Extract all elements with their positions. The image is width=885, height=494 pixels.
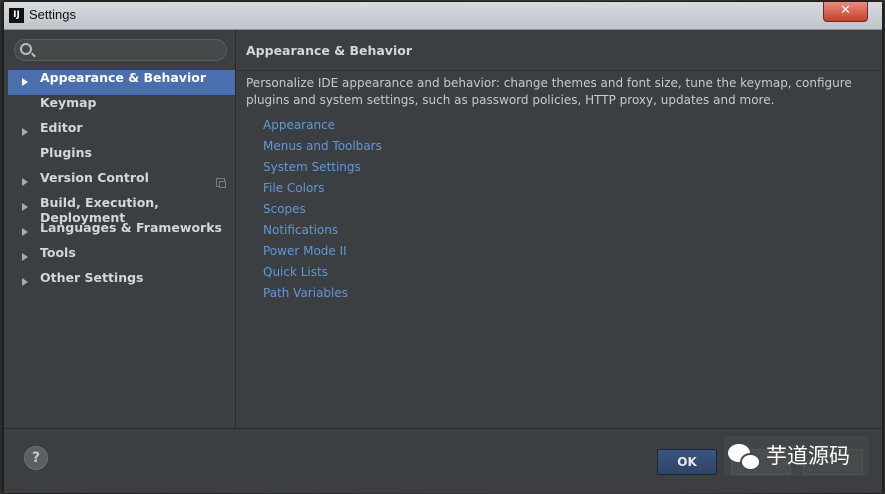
expand-arrow-icon[interactable] — [22, 78, 28, 86]
sidebar-item-tools[interactable]: Tools — [8, 245, 235, 270]
expand-arrow-icon[interactable] — [22, 278, 28, 286]
settings-sidebar: Appearance & Behavior Keymap Editor Plug… — [4, 30, 236, 428]
link-system-settings[interactable]: System Settings — [263, 160, 382, 181]
wechat-icon — [728, 444, 761, 471]
page-description: Personalize IDE appearance and behavior:… — [246, 76, 852, 107]
link-file-colors[interactable]: File Colors — [263, 181, 382, 202]
close-button[interactable]: ✕ — [823, 2, 868, 22]
expand-arrow-icon[interactable] — [22, 253, 28, 261]
page-title: Appearance & Behavior — [246, 43, 412, 58]
sidebar-item-label: Plugins — [40, 145, 92, 160]
help-button[interactable]: ? — [24, 446, 48, 470]
settings-tree: Appearance & Behavior Keymap Editor Plug… — [8, 70, 235, 295]
watermark-text: 芋道源码 — [766, 444, 850, 468]
sidebar-item-label: Languages & Frameworks — [40, 220, 222, 235]
settings-dialog: IJ Settings ✕ Appearance & Behavior Keym… — [3, 1, 883, 493]
sidebar-item-label: Version Control — [40, 170, 149, 185]
sidebar-item-other-settings[interactable]: Other Settings — [8, 270, 235, 295]
sidebar-item-label: Tools — [40, 245, 76, 260]
ok-button[interactable]: OK — [657, 449, 717, 475]
expand-arrow-icon[interactable] — [22, 203, 28, 211]
sidebar-item-version-control[interactable]: Version Control — [8, 170, 235, 195]
sidebar-item-label: Appearance & Behavior — [40, 70, 206, 85]
link-power-mode-ii[interactable]: Power Mode II — [263, 244, 382, 265]
link-scopes[interactable]: Scopes — [263, 202, 382, 223]
link-appearance[interactable]: Appearance — [263, 118, 382, 139]
sidebar-item-build-execution-deployment[interactable]: Build, Execution, Deployment — [8, 195, 235, 225]
project-copy-icon — [216, 178, 226, 188]
search-icon — [20, 43, 32, 55]
intellij-app-icon: IJ — [9, 8, 24, 23]
sidebar-item-label: Other Settings — [40, 270, 144, 285]
header-divider — [236, 70, 882, 71]
sidebar-item-appearance-behavior[interactable]: Appearance & Behavior — [8, 70, 235, 95]
expand-arrow-icon[interactable] — [22, 178, 28, 186]
link-menus-and-toolbars[interactable]: Menus and Toolbars — [263, 139, 382, 160]
title-bar: IJ Settings ✕ — [4, 2, 882, 30]
link-quick-lists[interactable]: Quick Lists — [263, 265, 382, 286]
search-input[interactable] — [14, 39, 227, 61]
settings-content-panel: Appearance & Behavior Personalize IDE ap… — [236, 30, 882, 428]
window-title: Settings — [29, 7, 76, 22]
sidebar-item-keymap[interactable]: Keymap — [8, 95, 235, 120]
expand-arrow-icon[interactable] — [22, 228, 28, 236]
sidebar-item-label: Keymap — [40, 95, 97, 110]
wechat-watermark: 芋道源码 — [724, 436, 869, 476]
subpage-links: Appearance Menus and Toolbars System Set… — [263, 118, 382, 307]
link-path-variables[interactable]: Path Variables — [263, 286, 382, 307]
sidebar-item-plugins[interactable]: Plugins — [8, 145, 235, 170]
expand-arrow-icon[interactable] — [22, 128, 28, 136]
link-notifications[interactable]: Notifications — [263, 223, 382, 244]
sidebar-item-languages-frameworks[interactable]: Languages & Frameworks — [8, 220, 235, 245]
sidebar-item-editor[interactable]: Editor — [8, 120, 235, 145]
sidebar-item-label: Editor — [40, 120, 83, 135]
